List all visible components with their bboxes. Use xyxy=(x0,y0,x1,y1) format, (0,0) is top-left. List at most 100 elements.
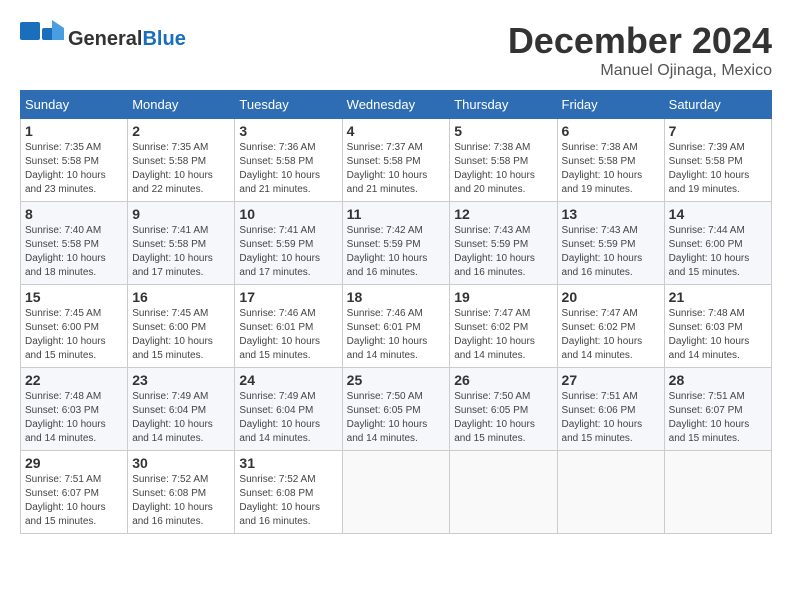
day-number: 17 xyxy=(239,289,337,305)
calendar-cell: 11 Sunrise: 7:42 AMSunset: 5:59 PMDaylig… xyxy=(342,202,450,285)
day-info: Sunrise: 7:35 AMSunset: 5:58 PMDaylight:… xyxy=(25,141,123,197)
weekday-header-row: SundayMondayTuesdayWednesdayThursdayFrid… xyxy=(21,91,772,119)
day-info: Sunrise: 7:38 AMSunset: 5:58 PMDaylight:… xyxy=(454,141,552,197)
day-number: 23 xyxy=(132,372,230,388)
weekday-header: Saturday xyxy=(664,91,771,119)
day-info: Sunrise: 7:43 AMSunset: 5:59 PMDaylight:… xyxy=(454,224,552,280)
day-number: 2 xyxy=(132,123,230,139)
day-number: 19 xyxy=(454,289,552,305)
day-number: 29 xyxy=(25,455,123,471)
day-number: 4 xyxy=(347,123,446,139)
day-number: 14 xyxy=(669,206,767,222)
weekday-header: Tuesday xyxy=(235,91,342,119)
calendar-cell: 27 Sunrise: 7:51 AMSunset: 6:06 PMDaylig… xyxy=(557,368,664,451)
calendar-cell: 13 Sunrise: 7:43 AMSunset: 5:59 PMDaylig… xyxy=(557,202,664,285)
calendar-week-row: 8 Sunrise: 7:40 AMSunset: 5:58 PMDayligh… xyxy=(21,202,772,285)
calendar-cell: 12 Sunrise: 7:43 AMSunset: 5:59 PMDaylig… xyxy=(450,202,557,285)
day-info: Sunrise: 7:35 AMSunset: 5:58 PMDaylight:… xyxy=(132,141,230,197)
day-number: 12 xyxy=(454,206,552,222)
calendar-cell: 3 Sunrise: 7:36 AMSunset: 5:58 PMDayligh… xyxy=(235,119,342,202)
weekday-header: Sunday xyxy=(21,91,128,119)
calendar-cell: 25 Sunrise: 7:50 AMSunset: 6:05 PMDaylig… xyxy=(342,368,450,451)
weekday-header: Wednesday xyxy=(342,91,450,119)
logo-icon xyxy=(20,20,64,58)
day-info: Sunrise: 7:40 AMSunset: 5:58 PMDaylight:… xyxy=(25,224,123,280)
day-number: 15 xyxy=(25,289,123,305)
calendar-week-row: 15 Sunrise: 7:45 AMSunset: 6:00 PMDaylig… xyxy=(21,285,772,368)
day-info: Sunrise: 7:43 AMSunset: 5:59 PMDaylight:… xyxy=(562,224,660,280)
day-info: Sunrise: 7:45 AMSunset: 6:00 PMDaylight:… xyxy=(132,307,230,363)
weekday-header: Monday xyxy=(128,91,235,119)
day-info: Sunrise: 7:47 AMSunset: 6:02 PMDaylight:… xyxy=(562,307,660,363)
day-number: 3 xyxy=(239,123,337,139)
calendar-cell xyxy=(664,451,771,534)
calendar-cell: 7 Sunrise: 7:39 AMSunset: 5:58 PMDayligh… xyxy=(664,119,771,202)
month-title: December 2024 xyxy=(508,20,772,62)
day-number: 10 xyxy=(239,206,337,222)
calendar: SundayMondayTuesdayWednesdayThursdayFrid… xyxy=(20,90,772,534)
title-block: December 2024 Manuel Ojinaga, Mexico xyxy=(508,20,772,80)
logo-blue: Blue xyxy=(142,28,185,50)
day-number: 11 xyxy=(347,206,446,222)
day-info: Sunrise: 7:51 AMSunset: 6:07 PMDaylight:… xyxy=(25,473,123,529)
day-info: Sunrise: 7:51 AMSunset: 6:06 PMDaylight:… xyxy=(562,390,660,446)
calendar-week-row: 29 Sunrise: 7:51 AMSunset: 6:07 PMDaylig… xyxy=(21,451,772,534)
day-info: Sunrise: 7:39 AMSunset: 5:58 PMDaylight:… xyxy=(669,141,767,197)
day-info: Sunrise: 7:48 AMSunset: 6:03 PMDaylight:… xyxy=(669,307,767,363)
day-number: 7 xyxy=(669,123,767,139)
day-info: Sunrise: 7:49 AMSunset: 6:04 PMDaylight:… xyxy=(132,390,230,446)
day-number: 27 xyxy=(562,372,660,388)
day-info: Sunrise: 7:36 AMSunset: 5:58 PMDaylight:… xyxy=(239,141,337,197)
calendar-cell: 18 Sunrise: 7:46 AMSunset: 6:01 PMDaylig… xyxy=(342,285,450,368)
day-info: Sunrise: 7:51 AMSunset: 6:07 PMDaylight:… xyxy=(669,390,767,446)
calendar-cell: 22 Sunrise: 7:48 AMSunset: 6:03 PMDaylig… xyxy=(21,368,128,451)
calendar-cell: 10 Sunrise: 7:41 AMSunset: 5:59 PMDaylig… xyxy=(235,202,342,285)
day-info: Sunrise: 7:52 AMSunset: 6:08 PMDaylight:… xyxy=(239,473,337,529)
calendar-cell: 2 Sunrise: 7:35 AMSunset: 5:58 PMDayligh… xyxy=(128,119,235,202)
day-info: Sunrise: 7:48 AMSunset: 6:03 PMDaylight:… xyxy=(25,390,123,446)
day-info: Sunrise: 7:52 AMSunset: 6:08 PMDaylight:… xyxy=(132,473,230,529)
day-number: 30 xyxy=(132,455,230,471)
day-number: 26 xyxy=(454,372,552,388)
day-info: Sunrise: 7:42 AMSunset: 5:59 PMDaylight:… xyxy=(347,224,446,280)
calendar-cell xyxy=(557,451,664,534)
calendar-cell: 26 Sunrise: 7:50 AMSunset: 6:05 PMDaylig… xyxy=(450,368,557,451)
day-info: Sunrise: 7:47 AMSunset: 6:02 PMDaylight:… xyxy=(454,307,552,363)
calendar-cell: 23 Sunrise: 7:49 AMSunset: 6:04 PMDaylig… xyxy=(128,368,235,451)
calendar-cell: 16 Sunrise: 7:45 AMSunset: 6:00 PMDaylig… xyxy=(128,285,235,368)
calendar-cell: 28 Sunrise: 7:51 AMSunset: 6:07 PMDaylig… xyxy=(664,368,771,451)
day-number: 28 xyxy=(669,372,767,388)
day-number: 18 xyxy=(347,289,446,305)
calendar-week-row: 22 Sunrise: 7:48 AMSunset: 6:03 PMDaylig… xyxy=(21,368,772,451)
day-number: 20 xyxy=(562,289,660,305)
day-info: Sunrise: 7:38 AMSunset: 5:58 PMDaylight:… xyxy=(562,141,660,197)
day-number: 5 xyxy=(454,123,552,139)
calendar-cell: 14 Sunrise: 7:44 AMSunset: 6:00 PMDaylig… xyxy=(664,202,771,285)
day-number: 31 xyxy=(239,455,337,471)
logo: GeneralBlue xyxy=(20,20,186,58)
day-number: 25 xyxy=(347,372,446,388)
day-number: 21 xyxy=(669,289,767,305)
calendar-cell xyxy=(342,451,450,534)
calendar-cell: 30 Sunrise: 7:52 AMSunset: 6:08 PMDaylig… xyxy=(128,451,235,534)
day-number: 6 xyxy=(562,123,660,139)
calendar-cell: 19 Sunrise: 7:47 AMSunset: 6:02 PMDaylig… xyxy=(450,285,557,368)
calendar-cell xyxy=(450,451,557,534)
logo-general: General xyxy=(68,28,142,50)
calendar-cell: 24 Sunrise: 7:49 AMSunset: 6:04 PMDaylig… xyxy=(235,368,342,451)
calendar-cell: 29 Sunrise: 7:51 AMSunset: 6:07 PMDaylig… xyxy=(21,451,128,534)
calendar-cell: 8 Sunrise: 7:40 AMSunset: 5:58 PMDayligh… xyxy=(21,202,128,285)
day-info: Sunrise: 7:41 AMSunset: 5:59 PMDaylight:… xyxy=(239,224,337,280)
calendar-cell: 21 Sunrise: 7:48 AMSunset: 6:03 PMDaylig… xyxy=(664,285,771,368)
calendar-cell: 17 Sunrise: 7:46 AMSunset: 6:01 PMDaylig… xyxy=(235,285,342,368)
weekday-header: Thursday xyxy=(450,91,557,119)
location: Manuel Ojinaga, Mexico xyxy=(508,62,772,80)
day-number: 8 xyxy=(25,206,123,222)
calendar-cell: 9 Sunrise: 7:41 AMSunset: 5:58 PMDayligh… xyxy=(128,202,235,285)
weekday-header: Friday xyxy=(557,91,664,119)
day-info: Sunrise: 7:37 AMSunset: 5:58 PMDaylight:… xyxy=(347,141,446,197)
page-header: GeneralBlue December 2024 Manuel Ojinaga… xyxy=(20,20,772,80)
day-number: 24 xyxy=(239,372,337,388)
day-number: 1 xyxy=(25,123,123,139)
day-number: 16 xyxy=(132,289,230,305)
